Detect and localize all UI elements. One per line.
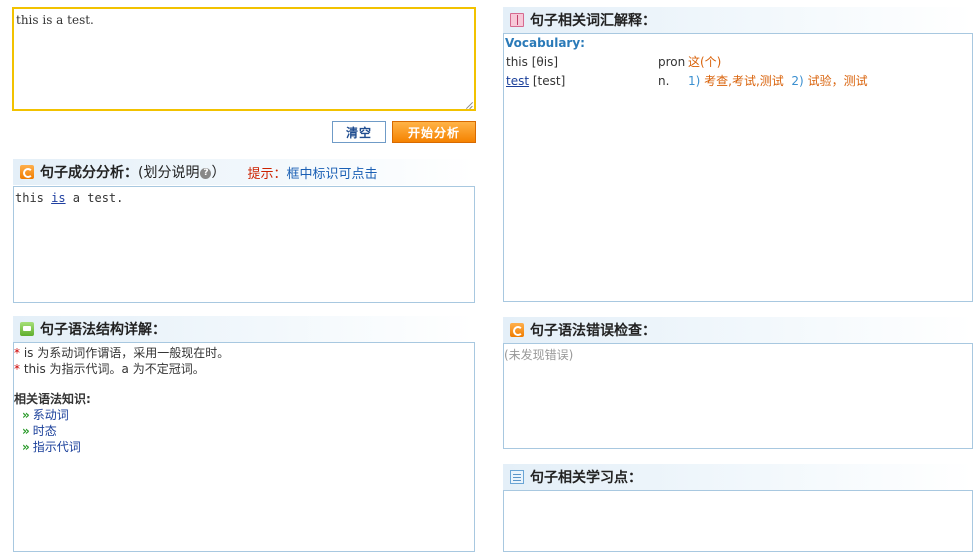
sentence-input[interactable]: this is a test. <box>12 7 476 111</box>
division-note[interactable]: (划分说明?） <box>138 162 225 182</box>
component-analysis-header: 句子成分分析： (划分说明?） 提示： 框中标识可点击 <box>13 159 475 185</box>
double-arrow-icon: » <box>22 424 30 438</box>
vocab-word-link[interactable]: test <box>506 74 529 88</box>
hint-label: 提示： <box>247 166 287 182</box>
component-analysis-title: 句子成分分析： <box>40 165 138 181</box>
vocab-definition: 这(个) <box>688 55 722 69</box>
vocabulary-title: 句子相关词汇解释： <box>530 13 656 29</box>
error-check-header: 句子语法错误检查： <box>503 317 973 343</box>
grammar-detail-panel: * is 为系动词作谓语，采用一般现在时。 * this 为指示代词。a 为不定… <box>13 342 475 552</box>
vocab-word: this <box>506 55 528 69</box>
vocab-pos: pron <box>658 55 686 69</box>
analysis-icon <box>20 165 34 179</box>
hint-text: 框中标识可点击 <box>286 166 378 182</box>
vocab-definition: 1) 考查,考试,测试 2) 试验，测试 <box>688 74 868 88</box>
double-arrow-icon: » <box>22 408 30 422</box>
help-icon[interactable]: ? <box>200 167 212 179</box>
grammar-detail-title: 句子语法结构详解： <box>40 322 166 338</box>
book-icon <box>510 13 524 27</box>
vocab-pos: n. <box>658 74 670 88</box>
vocabulary-header: 句子相关词汇解释： <box>503 7 973 33</box>
error-check-icon <box>510 323 524 337</box>
knowledge-item[interactable]: » 时态 <box>14 423 474 439</box>
note-icon <box>510 470 524 484</box>
error-check-panel: (未发现错误) <box>503 343 973 449</box>
clear-button[interactable]: 清空 <box>332 121 386 143</box>
vocab-row: this [θis] pron 这(个) <box>506 55 722 69</box>
detail-line: * is 为系动词作谓语，采用一般现在时。 <box>14 346 230 360</box>
double-arrow-icon: » <box>22 440 30 454</box>
grammar-detail-header: 句子语法结构详解： <box>13 316 475 342</box>
parsed-sentence: this is a test. <box>15 191 124 205</box>
learning-points-panel <box>503 490 973 552</box>
vocabulary-panel: Vocabulary: this [θis] pron 这(个) test [t… <box>503 33 973 302</box>
knowledge-item[interactable]: » 系动词 <box>14 407 474 423</box>
parsed-verb-link[interactable]: is <box>51 191 65 205</box>
error-check-title: 句子语法错误检查： <box>530 323 656 339</box>
detail-line: * this 为指示代词。a 为不定冠词。 <box>14 362 205 376</box>
learning-points-title: 句子相关学习点： <box>530 470 642 486</box>
component-analysis-panel: this is a test. <box>13 186 475 303</box>
knowledge-item[interactable]: » 指示代词 <box>14 439 474 455</box>
error-check-result: (未发现错误) <box>504 348 574 362</box>
learning-points-header: 句子相关学习点： <box>503 464 973 490</box>
analyze-button[interactable]: 开始分析 <box>392 121 476 143</box>
grammar-icon <box>20 322 34 336</box>
vocab-row: test [test] n. 1) 考查,考试,测试 2) 试验，测试 <box>506 74 868 88</box>
knowledge-title: 相关语法知识: <box>14 392 91 406</box>
vocabulary-heading: Vocabulary: <box>505 36 585 50</box>
